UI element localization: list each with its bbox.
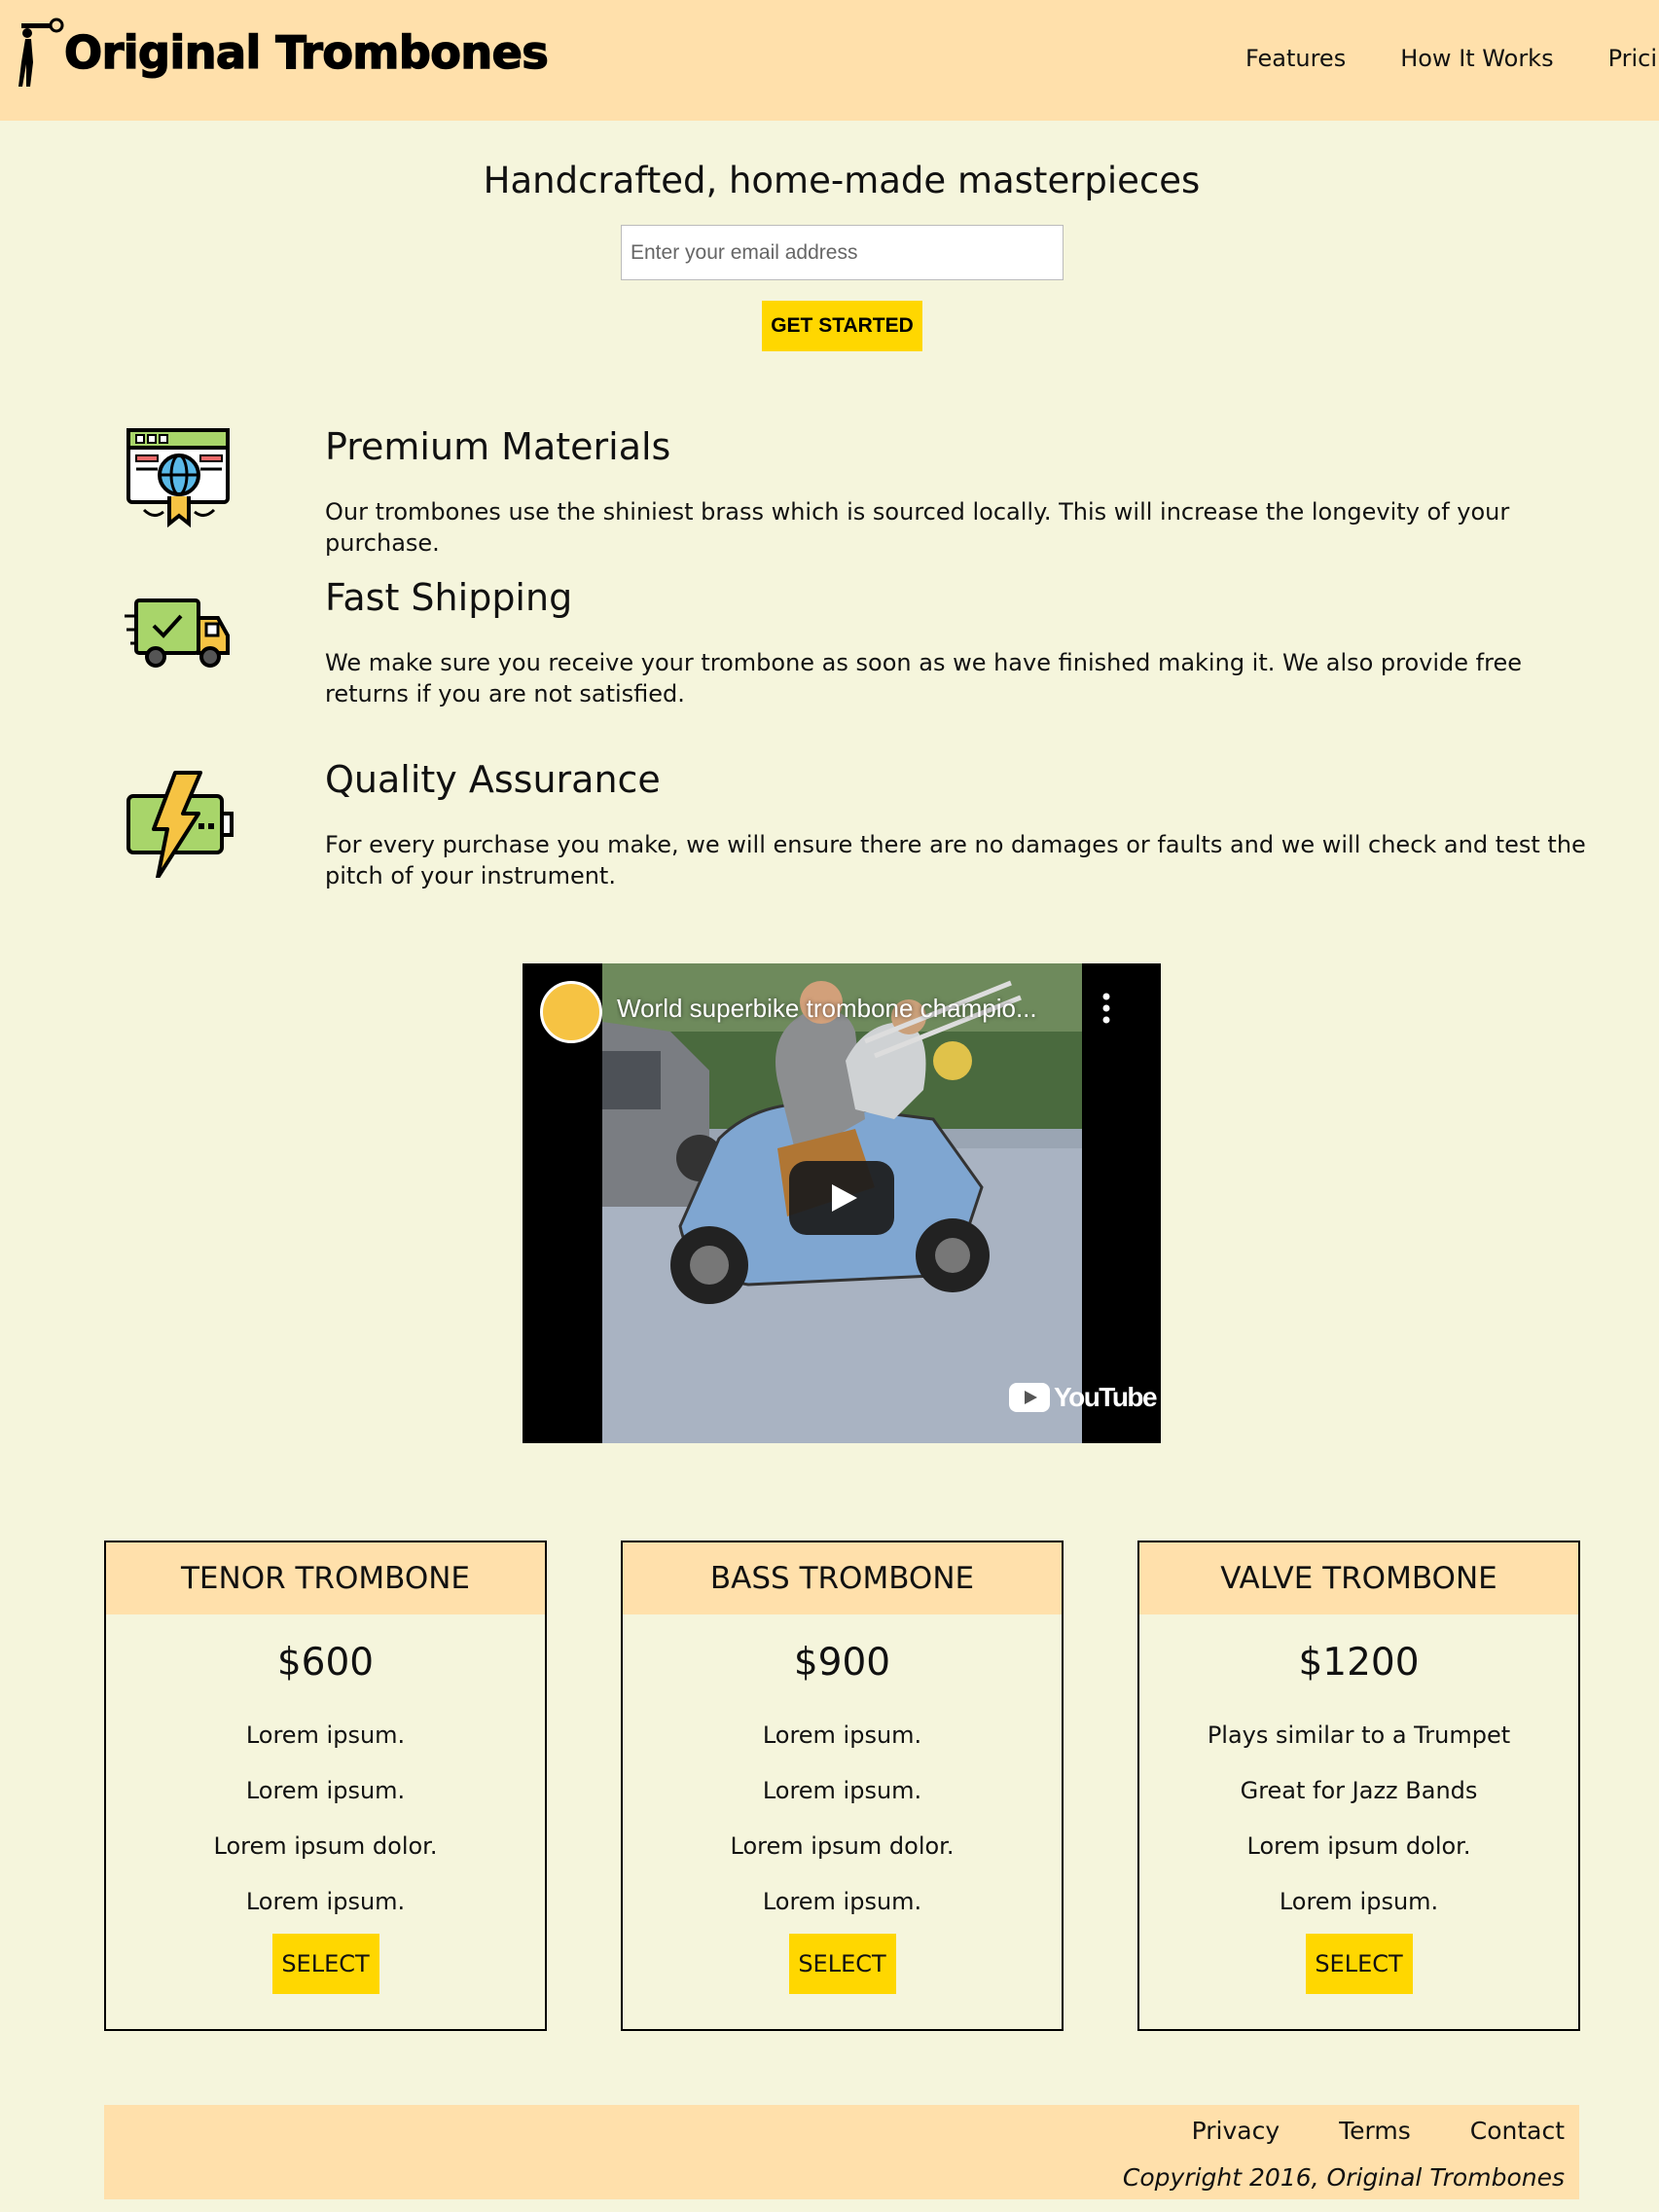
- more-options-icon[interactable]: [1097, 989, 1116, 1028]
- play-icon[interactable]: [789, 1161, 894, 1235]
- hero-title: Handcrafted, home-made masterpieces: [483, 160, 1201, 201]
- footer-link-contact[interactable]: Contact: [1470, 2117, 1565, 2145]
- video-title[interactable]: World superbike trombone champio...: [617, 994, 1084, 1024]
- footer-link-terms[interactable]: Terms: [1339, 2117, 1411, 2145]
- plan-feature: Lorem ipsum.: [762, 1722, 922, 1749]
- get-started-button[interactable]: GET STARTED: [762, 301, 922, 351]
- pricing-card-tenor: TENOR TROMBONE $600 Lorem ipsum. Lorem i…: [104, 1541, 547, 2031]
- plan-name: BASS TROMBONE: [623, 1542, 1062, 1614]
- plan-feature: Lorem ipsum.: [762, 1777, 922, 1804]
- logo[interactable]: Original Trombones: [18, 14, 549, 91]
- youtube-logo[interactable]: YouTube: [1009, 1382, 1158, 1413]
- plan-feature: Lorem ipsum dolor.: [730, 1832, 955, 1860]
- plan-features: Lorem ipsum. Lorem ipsum. Lorem ipsum do…: [623, 1708, 1062, 1930]
- nav-link-features[interactable]: Features: [1245, 45, 1346, 72]
- youtube-play-icon: [1009, 1383, 1050, 1412]
- battery-lightning-icon: [126, 771, 234, 878]
- select-bass-button[interactable]: SELECT: [788, 1934, 896, 1994]
- plan-feature: Lorem ipsum.: [245, 1722, 406, 1749]
- pricing-card-valve: VALVE TROMBONE $1200 Plays similar to a …: [1137, 1541, 1580, 2031]
- nav-link-pricing[interactable]: Pricing: [1608, 45, 1659, 72]
- video-player[interactable]: World superbike trombone champio... YouT…: [523, 963, 1161, 1443]
- select-valve-button[interactable]: SELECT: [1305, 1934, 1413, 1994]
- footer-links: Privacy Terms Contact: [1133, 2117, 1565, 2145]
- certificate-globe-icon: [126, 428, 230, 528]
- email-input[interactable]: [621, 225, 1064, 280]
- plan-feature: Lorem ipsum.: [1279, 1888, 1439, 1915]
- feature-title: Fast Shipping: [325, 576, 573, 619]
- plan-feature: Lorem ipsum.: [245, 1777, 406, 1804]
- feature-title: Quality Assurance: [325, 758, 661, 801]
- feature-text: Our trombones use the shiniest brass whi…: [325, 498, 1510, 557]
- delivery-truck-icon: [125, 598, 230, 668]
- feature-text: For every purchase you make, we will ens…: [325, 831, 1586, 889]
- logo-text: Original Trombones: [63, 25, 549, 80]
- feature-title: Premium Materials: [325, 425, 671, 468]
- plan-feature: Plays similar to a Trumpet: [1207, 1722, 1511, 1749]
- plan-feature: Lorem ipsum dolor.: [1246, 1832, 1471, 1860]
- footer-link-privacy[interactable]: Privacy: [1192, 2117, 1280, 2145]
- plan-feature: Lorem ipsum.: [762, 1888, 922, 1915]
- nav-link-how-it-works[interactable]: How It Works: [1400, 45, 1553, 72]
- plan-feature: Great for Jazz Bands: [1240, 1777, 1478, 1804]
- main-nav: Features How It Works Pricing: [1245, 45, 1659, 72]
- plan-price: $900: [793, 1641, 891, 1685]
- site-header: Original Trombones Features How It Works…: [0, 0, 1659, 121]
- youtube-wordmark: YouTube: [1054, 1382, 1158, 1412]
- plan-name: VALVE TROMBONE: [1139, 1542, 1578, 1614]
- channel-avatar[interactable]: [540, 981, 602, 1043]
- feature-text: We make sure you receive your trombone a…: [325, 649, 1522, 707]
- plan-price: $1200: [1298, 1641, 1420, 1685]
- plan-feature: Lorem ipsum.: [245, 1888, 406, 1915]
- plan-features: Plays similar to a Trumpet Great for Jaz…: [1139, 1708, 1578, 1930]
- site-footer: Privacy Terms Contact Copyright 2016, Or…: [104, 2105, 1579, 2199]
- trombone-player-icon: [18, 18, 64, 87]
- plan-features: Lorem ipsum. Lorem ipsum. Lorem ipsum do…: [106, 1708, 545, 1930]
- copyright-text: Copyright 2016, Original Trombones: [1122, 2163, 1565, 2192]
- plan-feature: Lorem ipsum dolor.: [213, 1832, 438, 1860]
- plan-price: $600: [276, 1641, 375, 1685]
- plan-name: TENOR TROMBONE: [106, 1542, 545, 1614]
- pricing-card-bass: BASS TROMBONE $900 Lorem ipsum. Lorem ip…: [621, 1541, 1064, 2031]
- select-tenor-button[interactable]: SELECT: [271, 1934, 379, 1994]
